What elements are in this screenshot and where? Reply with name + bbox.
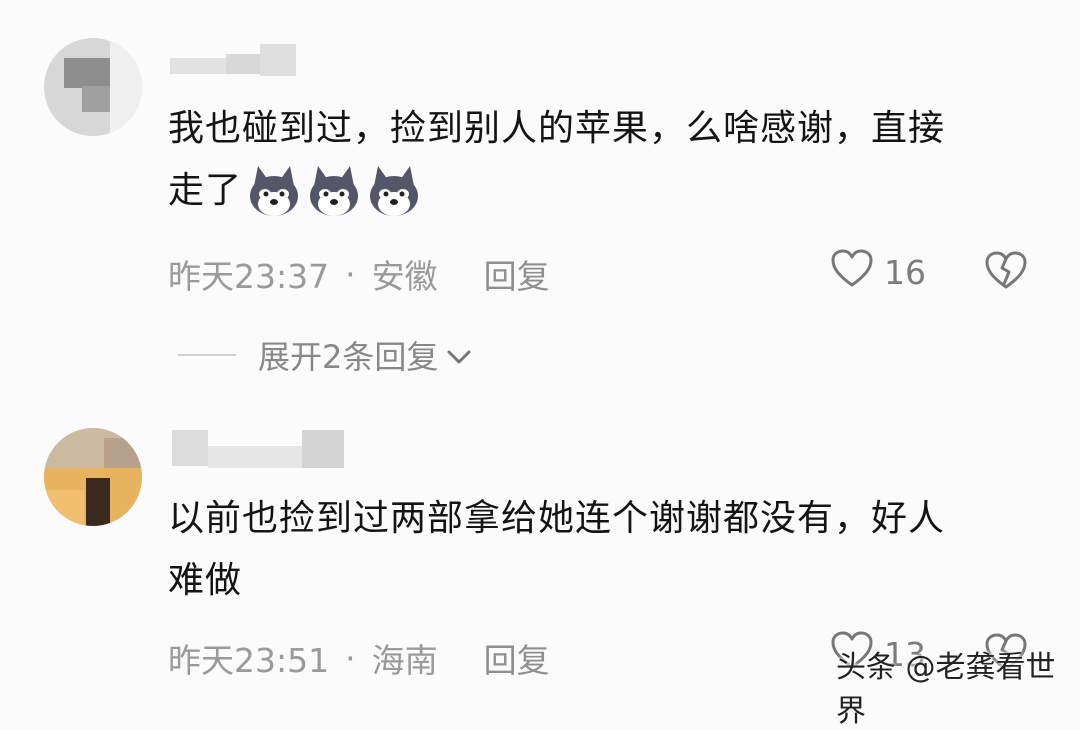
meta-separator: · xyxy=(345,254,356,294)
avatar[interactable] xyxy=(44,428,142,526)
comment-time: 昨天23:51 xyxy=(168,641,330,680)
watermark: 头条 @老龚看世界 xyxy=(836,650,1056,729)
husky-dog-emoji xyxy=(306,164,362,220)
comment-meta: 昨天23:51 · 海南 回复 xyxy=(168,634,550,682)
comment-line-text: 走了 xyxy=(168,170,243,211)
comment-location: 安徽 xyxy=(371,257,438,296)
like-count: 16 xyxy=(884,252,926,292)
reply-button[interactable]: 回复 xyxy=(484,634,550,682)
username-blurred[interactable] xyxy=(170,44,300,76)
comment-text: 以前也捡到过两部拿给她连个谢谢都没有，好人 难做 xyxy=(168,488,945,612)
chevron-down-icon xyxy=(446,336,472,374)
dislike-button[interactable] xyxy=(984,250,1028,294)
meta-separator: · xyxy=(345,638,356,678)
heart-icon xyxy=(830,248,874,296)
avatar[interactable] xyxy=(44,38,142,136)
expand-replies-button[interactable]: 展开2条回复 xyxy=(178,332,472,378)
expand-replies-label: 展开2条回复 xyxy=(258,338,439,376)
comment-line: 难做 xyxy=(168,560,243,601)
divider-line xyxy=(178,354,236,356)
comment-line: 以前也捡到过两部拿给她连个谢谢都没有，好人 xyxy=(168,498,946,539)
broken-heart-icon xyxy=(984,251,1028,294)
comment-text: 我也碰到过，捡到别人的苹果，么啥感谢，直接 走了 xyxy=(168,98,945,222)
reply-button[interactable]: 回复 xyxy=(484,250,550,298)
like-button[interactable]: 16 xyxy=(830,248,926,296)
comment-meta: 昨天23:37 · 安徽 回复 xyxy=(168,250,550,298)
comment-line: 我也碰到过，捡到别人的苹果，么啥感谢，直接 xyxy=(168,108,946,149)
username-blurred[interactable] xyxy=(172,430,348,470)
comment-location: 海南 xyxy=(371,641,438,680)
comment-line: 走了 xyxy=(168,160,945,222)
husky-dog-emoji xyxy=(366,164,422,220)
comment-time: 昨天23:37 xyxy=(168,257,330,296)
husky-dog-emoji xyxy=(246,164,302,220)
